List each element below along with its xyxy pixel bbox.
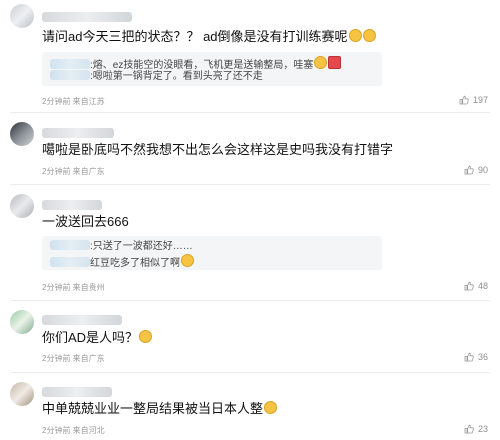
comment: 噶啦是卧底吗不然我想不出怎么会这样这是史吗我没有打错字 2分钟前 来自广东 90	[0, 114, 500, 184]
like-count: 36	[477, 352, 488, 362]
avatar[interactable]	[10, 122, 34, 146]
like-button[interactable]: 90	[464, 165, 488, 175]
reply-username-redacted[interactable]	[50, 257, 90, 267]
like-button[interactable]: 48	[464, 281, 488, 291]
grin-emoji-icon	[139, 330, 153, 343]
username-redacted[interactable]	[42, 315, 122, 325]
avatar[interactable]	[10, 4, 34, 28]
thumbs-up-icon	[464, 281, 474, 291]
comment-text-content: 你们AD是人吗？	[42, 330, 139, 345]
divider	[10, 300, 490, 301]
reply-item: :嗯啦第一锅背定了。看到头亮了还不走	[50, 70, 263, 83]
comment-text: 你们AD是人吗？	[42, 330, 153, 346]
comment-text: 请问ad今天三把的状态？？ ad倒像是没有打训练赛呢	[42, 29, 376, 45]
like-count: 23	[477, 424, 488, 434]
reply-text: 红豆吃多了相似了啊	[90, 258, 180, 269]
comment: 你们AD是人吗？ 2分钟前 来自广东 36	[0, 302, 500, 372]
thumbs-up-icon	[459, 95, 469, 105]
divider	[10, 184, 490, 185]
red-emoji-icon	[328, 56, 342, 69]
comment-meta: 2分钟前 来自河北	[42, 426, 105, 435]
comment: 请问ad今天三把的状态？？ ad倒像是没有打训练赛呢 :熔、ez技能空的没眼看，…	[0, 0, 500, 112]
username-redacted[interactable]	[42, 200, 102, 210]
reply-username-redacted[interactable]	[50, 240, 90, 250]
reply-item: 红豆吃多了相似了啊	[50, 254, 194, 270]
username-redacted[interactable]	[42, 387, 112, 397]
like-button[interactable]: 23	[464, 424, 488, 434]
username-redacted[interactable]	[42, 128, 114, 138]
reply-box[interactable]: :熔、ez技能空的没眼看，飞机更是送输整局，哇塞 :嗯啦第一锅背定了。看到头亮了…	[42, 52, 382, 86]
comment-text-content: 一波送回去666	[42, 214, 129, 229]
like-count: 48	[477, 281, 488, 291]
reply-item: :只送了一波都还好……	[50, 240, 193, 253]
comment-text-content: 噶啦是卧底吗不然我想不出怎么会这样这是史吗我没有打错字	[42, 142, 394, 157]
grin-emoji-icon	[181, 254, 194, 267]
avatar[interactable]	[10, 310, 34, 334]
reply-username-redacted[interactable]	[50, 70, 90, 80]
thumbs-up-icon	[464, 424, 474, 434]
grin-emoji-icon	[348, 29, 362, 42]
comment-text: 噶啦是卧底吗不然我想不出怎么会这样这是史吗我没有打错字	[42, 142, 393, 158]
like-button[interactable]: 197	[459, 95, 488, 105]
like-button[interactable]: 36	[464, 352, 488, 362]
comment: 中单兢兢业业一整局结果被当日本人整 2分钟前 来自河北 23	[0, 374, 500, 440]
username-redacted[interactable]	[42, 12, 132, 22]
reply-text: :只送了一波都还好……	[90, 241, 193, 252]
reply-text: :嗯啦第一锅背定了。看到头亮了还不走	[90, 71, 263, 82]
comment-text: 中单兢兢业业一整局结果被当日本人整	[42, 401, 278, 417]
thumbs-up-icon	[464, 165, 474, 175]
reply-box[interactable]: :只送了一波都还好…… 红豆吃多了相似了啊	[42, 236, 382, 270]
reply-username-redacted[interactable]	[50, 59, 90, 69]
comment-meta: 2分钟前 来自江苏	[42, 97, 105, 106]
comment-meta: 2分钟前 来自广东	[42, 167, 105, 176]
divider	[10, 372, 490, 373]
grin-emoji-icon	[362, 29, 376, 42]
comment-text-content: 请问ad今天三把的状态？？ ad倒像是没有打训练赛呢	[42, 29, 348, 44]
thumbs-up-icon	[464, 352, 474, 362]
avatar[interactable]	[10, 194, 34, 218]
comment: 一波送回去666 :只送了一波都还好…… 红豆吃多了相似了啊 2分钟前 来自贵州…	[0, 186, 500, 300]
comment-text-content: 中单兢兢业业一整局结果被当日本人整	[42, 401, 264, 416]
comment-meta: 2分钟前 来自广东	[42, 354, 105, 363]
grin-emoji-icon	[264, 401, 278, 414]
divider	[10, 112, 490, 113]
grin-emoji-icon	[314, 56, 328, 69]
comment-text: 一波送回去666	[42, 214, 129, 230]
like-count: 197	[472, 95, 488, 105]
avatar[interactable]	[10, 382, 34, 406]
comment-meta: 2分钟前 来自贵州	[42, 283, 105, 292]
like-count: 90	[477, 165, 488, 175]
